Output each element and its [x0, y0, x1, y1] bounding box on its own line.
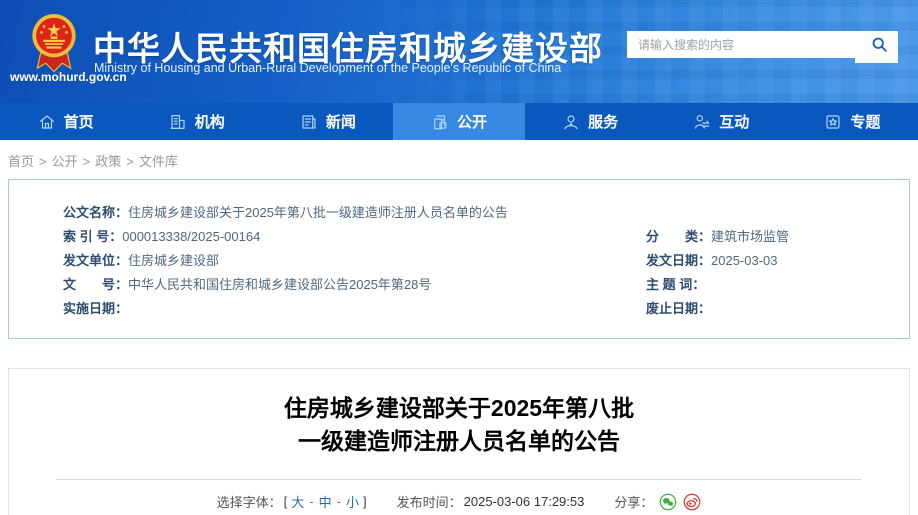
category-label: 分 类：: [646, 229, 712, 244]
breadcrumb-home[interactable]: 首页: [8, 154, 34, 169]
meta-row-subject-words: 主 题 词：: [646, 273, 889, 297]
nav-item-news[interactable]: 新闻: [262, 103, 393, 140]
index-no-label: 索 引 号：: [63, 229, 123, 244]
topics-star-icon: [824, 113, 842, 131]
breadcrumb-separator: >: [39, 154, 47, 169]
implement-date-label: 实施日期：: [63, 301, 129, 316]
breadcrumb-separator: >: [82, 154, 91, 169]
nav-item-services[interactable]: 服务: [525, 103, 656, 140]
breadcrumb-separator: >: [126, 154, 134, 169]
meta-row-repeal-date: 废止日期：: [646, 297, 889, 321]
national-emblem-icon: [32, 14, 76, 73]
interaction-icon: [693, 113, 711, 131]
doc-no-value: 中华人民共和国住房和城乡建设部公告2025年第28号: [128, 277, 432, 292]
dash: -: [309, 494, 314, 509]
nav-label: 公开: [456, 114, 487, 131]
disclosure-files-icon: [431, 113, 449, 131]
font-select-label: 选择字体：: [216, 495, 282, 510]
issuing-unit-label: 发文单位：: [63, 253, 129, 268]
nav-label: 机构: [194, 114, 225, 131]
org-building-icon: [169, 113, 187, 131]
article-title-line2: 一级建造师注册人员名单的公告: [298, 428, 620, 454]
meta-row-doc-name: 公文名称：住房城乡建设部关于2025年第八批一级建造师注册人员名单的公告: [63, 201, 889, 225]
site-header: 中华人民共和国住房和城乡建设部 Ministry of Housing and …: [0, 0, 918, 103]
publish-time-label: 发布时间：: [396, 495, 462, 510]
news-icon: [300, 113, 318, 131]
issuing-unit-value: 住房城乡建设部: [128, 253, 220, 268]
share-group: 分享：: [614, 492, 701, 511]
font-size-medium[interactable]: 中: [319, 492, 332, 511]
issue-date-label: 发文日期：: [646, 253, 712, 268]
issue-date-value: 2025-03-03: [711, 253, 778, 268]
nav-item-organization[interactable]: 机构: [131, 103, 262, 140]
breadcrumb: 首页 > 公开 > 政策 > 文件库: [0, 140, 918, 179]
font-size-large[interactable]: 大: [291, 492, 304, 511]
nav-item-disclosure[interactable]: 公开: [393, 103, 525, 140]
nav-item-interaction[interactable]: 互动: [656, 103, 787, 140]
doc-name-label: 公文名称：: [63, 205, 129, 220]
article-title-line1: 住房城乡建设部关于2025年第八批: [283, 395, 635, 421]
nav-label: 新闻: [325, 114, 356, 131]
breadcrumb-disclosure[interactable]: 公开: [52, 154, 78, 169]
meta-row-category: 分 类：建筑市场监管: [646, 225, 889, 249]
nav-label: 服务: [588, 114, 619, 131]
service-user-icon: [562, 113, 580, 131]
wechat-share-icon[interactable]: [659, 493, 677, 511]
index-no-value: 000013338/2025-00164: [122, 229, 261, 244]
article-panel: 住房城乡建设部关于2025年第八批 一级建造师注册人员名单的公告 选择字体：[大 -…: [8, 368, 910, 515]
share-label: 分享：: [614, 495, 654, 510]
main-nav: 首页 机构 新闻 公开 服务 互动 专题: [0, 103, 918, 140]
dash: -: [336, 494, 341, 509]
meta-row-doc-no: 文 号：中华人民共和国住房和城乡建设部公告2025年第28号: [63, 273, 646, 297]
breadcrumb-policy[interactable]: 政策: [95, 154, 121, 169]
doc-meta-box: 公文名称：住房城乡建设部关于2025年第八批一级建造师注册人员名单的公告 索 引…: [8, 179, 910, 339]
search-box: [627, 31, 898, 58]
home-icon: [38, 113, 56, 131]
article-meta-bar: 选择字体：[大 - 中 - 小] 发布时间： 2025-03-06 17:29:53 分享…: [9, 492, 909, 511]
title-divider: [56, 479, 862, 480]
font-size-selector: 选择字体：[大 - 中 - 小]: [217, 492, 367, 511]
publish-time-group: 发布时间： 2025-03-06 17:29:53: [397, 492, 585, 511]
breadcrumb-current: 文件库: [138, 154, 178, 169]
bracket: ]: [363, 494, 367, 509]
nav-item-home[interactable]: 首页: [0, 103, 131, 140]
nav-item-topics[interactable]: 专题: [787, 103, 918, 140]
category-value: 建筑市场监管: [711, 229, 790, 244]
search-button[interactable]: [860, 31, 898, 58]
nav-label: 专题: [850, 114, 881, 131]
repeal-date-label: 废止日期：: [646, 301, 712, 316]
meta-row-index-no: 索 引 号：000013338/2025-00164: [63, 225, 646, 249]
article-title: 住房城乡建设部关于2025年第八批 一级建造师注册人员名单的公告: [9, 392, 909, 458]
search-icon: [872, 37, 887, 52]
meta-row-issue-date: 发文日期：2025-03-03: [646, 249, 889, 273]
nav-label: 互动: [719, 114, 750, 131]
publish-time-value: 2025-03-06 17:29:53: [463, 494, 585, 509]
font-size-small[interactable]: 小: [346, 492, 359, 511]
meta-row-issuing-unit: 发文单位：住房城乡建设部: [63, 249, 646, 273]
weibo-share-icon[interactable]: [683, 493, 701, 511]
site-subtitle-en: Ministry of Housing and Urban-Rural Deve…: [94, 61, 562, 75]
bracket: [: [283, 494, 288, 509]
site-url: www.mohurd.gov.cn: [10, 70, 127, 84]
subject-words-label: 主 题 词：: [646, 277, 706, 292]
doc-no-label: 文 号：: [63, 277, 129, 292]
doc-name-value: 住房城乡建设部关于2025年第八批一级建造师注册人员名单的公告: [128, 205, 508, 220]
meta-row-implement-date: 实施日期：: [63, 297, 646, 321]
nav-label: 首页: [63, 114, 94, 131]
search-input[interactable]: [627, 31, 860, 58]
search-box-tab: [855, 58, 898, 63]
